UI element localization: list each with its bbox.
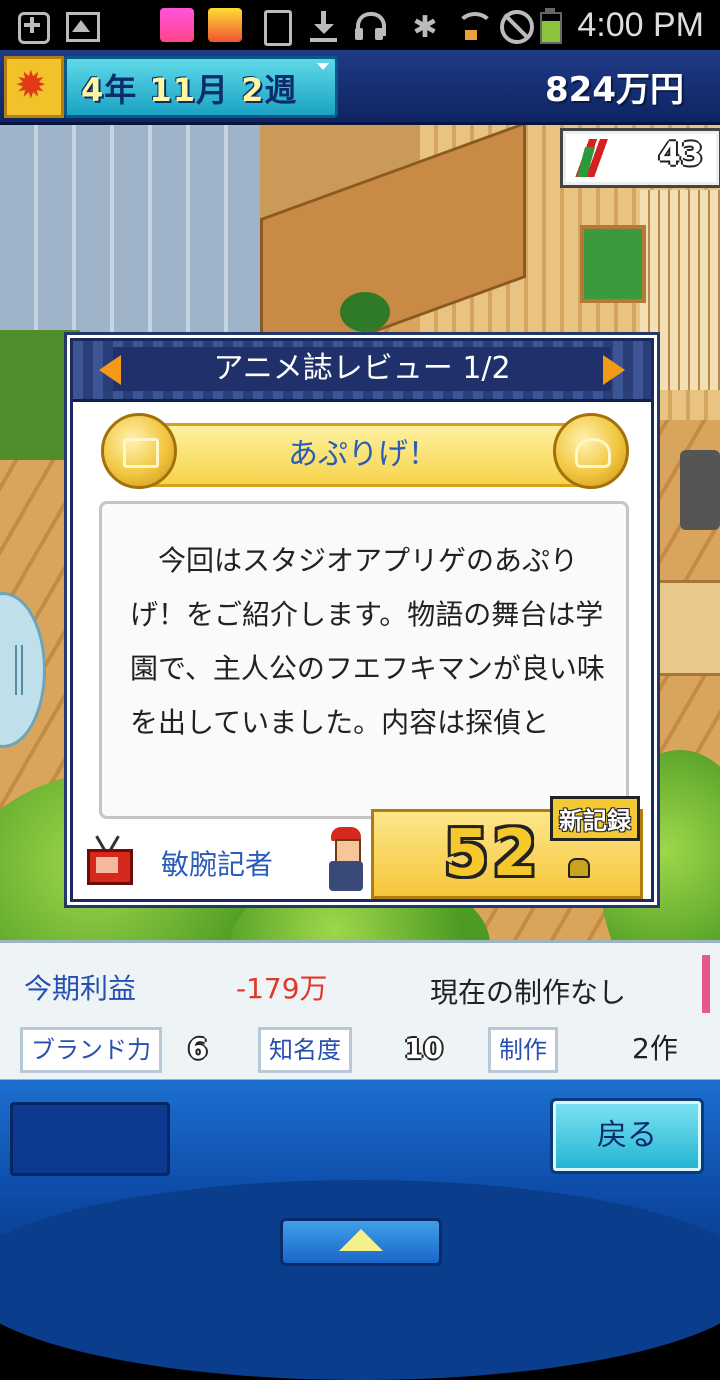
- wifi-icon: [452, 8, 494, 42]
- fame-label: 知名度: [258, 1027, 352, 1073]
- reporter-avatar: [321, 827, 369, 893]
- status-bar: ✱ 4:00 PM: [0, 0, 720, 50]
- battery-icon: [538, 8, 572, 44]
- download-icon: [306, 8, 340, 42]
- chevron-down-icon: [317, 63, 329, 70]
- bell-icon: [568, 858, 590, 878]
- works-value: 2作: [632, 1032, 678, 1065]
- office-chair: [680, 450, 720, 530]
- app-icon: [160, 8, 194, 42]
- fame-value: 10: [404, 1032, 443, 1065]
- production-status: 現在の制作なし: [430, 976, 627, 1009]
- profit-label: 今期利益: [24, 972, 137, 1005]
- works-label: 制作: [488, 1027, 558, 1073]
- bulletin-board: [580, 225, 646, 303]
- fan-count: 43: [658, 135, 703, 173]
- review-text-box: 今回はスタジオアプリゲのあぷりげ！をご紹介します。物語の舞台は学園で、主人公のフ…: [99, 501, 629, 819]
- sim-icon: [258, 8, 292, 46]
- app-icon: [208, 8, 242, 42]
- review-score: 52: [444, 817, 542, 891]
- chevron-up-icon: [339, 1229, 383, 1251]
- empty-slot: [10, 1102, 170, 1176]
- clock: 4:00 PM: [577, 6, 704, 44]
- next-page-arrow[interactable]: [603, 355, 625, 385]
- gallery-icon: [64, 8, 100, 42]
- mute-icon: [498, 8, 534, 44]
- back-button[interactable]: 戻る: [550, 1098, 704, 1174]
- expand-menu-button[interactable]: [280, 1218, 442, 1266]
- fan-count-box[interactable]: 43: [560, 128, 720, 188]
- tv-icon: [87, 835, 133, 885]
- top-bar: ✹ 4年 11月 2週 824万円: [0, 50, 720, 125]
- bluetooth-icon: ✱: [412, 10, 438, 45]
- trophy-medal-icon: [553, 413, 629, 489]
- headphones-icon: [352, 8, 386, 42]
- desk: [650, 580, 720, 676]
- scrollbar[interactable]: [702, 955, 710, 1013]
- money-display: 824万円: [545, 70, 684, 110]
- app-icon: [110, 8, 144, 42]
- score-box: 52 新記録: [371, 796, 643, 899]
- profit-value: -179万: [236, 972, 328, 1005]
- plus-icon: [14, 8, 50, 44]
- review-dialog: アニメ誌レビュー 1/2 あぷりげ！ 今回はスタジオアプリゲのあぷりげ！をご紹介…: [70, 338, 654, 902]
- dialog-title: アニメ誌レビュー 1/2: [213, 351, 511, 386]
- date-text: 4年 11月 2週: [81, 71, 298, 109]
- work-title: あぷりげ！: [288, 437, 438, 472]
- bottom-bar: 戻る: [0, 1080, 720, 1380]
- prev-page-arrow[interactable]: [99, 355, 121, 385]
- date-display[interactable]: 4年 11月 2週: [64, 56, 338, 118]
- hedge: [0, 330, 80, 460]
- review-text: 今回はスタジオアプリゲのあぷりげ！をご紹介します。物語の舞台は学園で、主人公のフ…: [130, 544, 605, 739]
- brand-label: ブランド力: [20, 1027, 162, 1073]
- new-record-badge: 新記録: [550, 796, 640, 841]
- tv-medal-icon: [101, 413, 177, 489]
- reporter-name: 敏腕記者: [161, 848, 274, 881]
- work-title-banner: あぷりげ！: [105, 423, 621, 487]
- potted-plant: [340, 292, 390, 332]
- brand-value: 6: [188, 1032, 208, 1065]
- company-info-panel: 今期利益 -179万 現在の制作なし ブランド力 6 知名度 10 制作 2作: [0, 940, 720, 1082]
- maple-leaf-icon: ✹: [4, 56, 64, 118]
- dialog-header: アニメ誌レビュー 1/2: [73, 341, 651, 402]
